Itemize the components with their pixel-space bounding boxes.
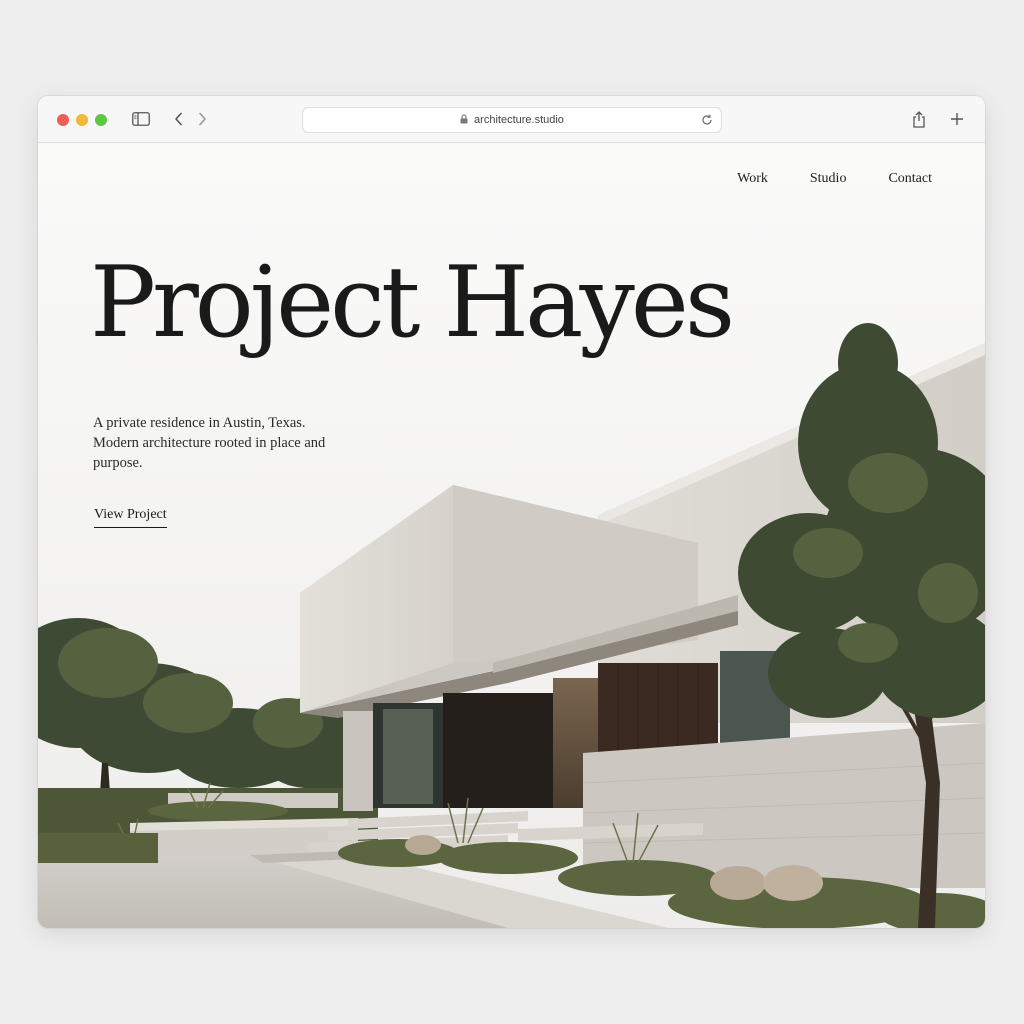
share-icon[interactable] — [909, 109, 929, 129]
nav-link-work[interactable]: Work — [737, 171, 768, 187]
nav-link-contact[interactable]: Contact — [888, 171, 932, 187]
new-tab-icon[interactable] — [947, 109, 967, 129]
hero-description: A private residence in Austin, Texas. Mo… — [93, 415, 326, 471]
view-project-link[interactable]: View Project — [94, 507, 167, 528]
address-bar[interactable]: architecture.studio — [302, 107, 722, 133]
url-text: architecture.studio — [474, 114, 564, 126]
maximize-window-button[interactable] — [95, 114, 107, 126]
hero-title: Project Hayes — [90, 246, 735, 360]
close-window-button[interactable] — [57, 114, 69, 126]
lock-icon — [460, 113, 468, 127]
sidebar-icon[interactable] — [131, 109, 151, 129]
back-icon[interactable] — [169, 109, 189, 129]
reload-icon[interactable] — [699, 112, 715, 128]
site-nav: Work Studio Contact — [737, 171, 932, 187]
browser-toolbar: architecture.studio — [38, 96, 985, 143]
page-content: Work Studio Contact Project Hayes A priv… — [38, 143, 985, 928]
nav-link-studio[interactable]: Studio — [810, 171, 847, 187]
minimize-window-button[interactable] — [76, 114, 88, 126]
forward-icon[interactable] — [192, 109, 212, 129]
browser-window: architecture.studio Work Studio Contact … — [38, 96, 985, 928]
